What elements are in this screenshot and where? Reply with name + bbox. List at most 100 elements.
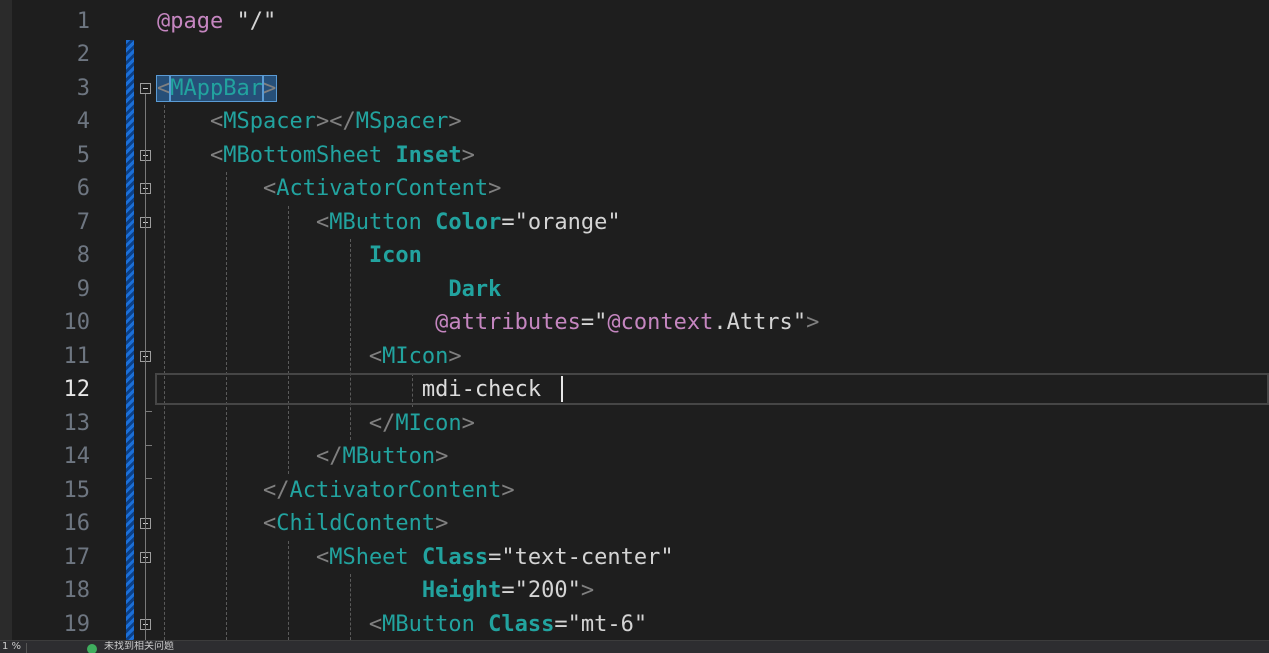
line-code: <ActivatorContent>: [157, 172, 501, 206]
line-number: 1: [76, 8, 90, 34]
line-number: 17: [63, 544, 91, 570]
code-line[interactable]: 6 <ActivatorContent>: [0, 172, 1269, 206]
collapse-icon[interactable]: [140, 82, 151, 94]
code-line[interactable]: 3 <MAppBar>: [0, 72, 1269, 106]
line-code: <MButton Class="mt-6": [157, 608, 647, 641]
code-token: "orange": [514, 209, 621, 235]
code-line[interactable]: 8 Icon: [0, 239, 1269, 273]
code-token: =: [488, 544, 502, 570]
line-number: 8: [76, 243, 90, 268]
code-line[interactable]: 11 <MIcon>: [0, 340, 1269, 374]
code-token: "/": [236, 8, 277, 34]
code-token: >: [461, 142, 475, 168]
code-token: ActivatorContent: [289, 477, 502, 503]
code-token: Icon: [368, 243, 422, 268]
code-token: >: [461, 410, 475, 436]
line-number: 14: [63, 444, 91, 469]
line-code: <MIcon>: [157, 340, 462, 374]
code-line[interactable]: 4 <MSpacer></MSpacer>: [0, 105, 1269, 139]
code-line[interactable]: 18 Height="200">: [0, 574, 1269, 608]
code-token: "200": [514, 578, 581, 603]
code-token: MIcon: [382, 343, 449, 369]
code-token: <: [315, 544, 330, 570]
code-token: =: [554, 611, 568, 637]
code-token: Inset: [395, 142, 462, 168]
line-number: 4: [76, 109, 90, 134]
code-editor[interactable]: 1 @page "/" 2 3 <MAppBar> 4 <MSpacer></MSpace…: [0, 0, 1269, 640]
code-line[interactable]: 17 <MSheet Class="text-center": [0, 541, 1269, 575]
code-token: ": [594, 310, 608, 335]
code-token: Dark: [448, 276, 502, 302]
code-token: </: [368, 410, 396, 436]
outline-end-tick: [145, 411, 152, 413]
code-line[interactable]: 13 </MIcon>: [0, 407, 1269, 441]
code-token: >: [261, 74, 278, 102]
code-token: .Attrs: [713, 310, 793, 335]
code-line[interactable]: 5 <MBottomSheet Inset>: [0, 139, 1269, 173]
line-code: @page "/": [157, 5, 276, 39]
code-token: >: [448, 109, 462, 134]
outline-end-tick: [145, 478, 152, 480]
issues-status-text[interactable]: 未找到相关问题: [104, 641, 174, 653]
code-token: MSheet: [329, 544, 409, 570]
code-token: <: [209, 109, 224, 134]
status-bar: 1 % 未找到相关问题: [0, 640, 1269, 653]
code-line[interactable]: 10 @attributes="@context.Attrs">: [0, 306, 1269, 340]
line-number: 5: [76, 142, 90, 168]
code-token: <: [262, 511, 277, 536]
line-code: Icon: [157, 239, 422, 273]
code-token: MButton: [382, 611, 475, 637]
line-code: </MButton>: [157, 440, 448, 474]
code-line[interactable]: 14 </MButton>: [0, 440, 1269, 474]
code-line[interactable]: 16 <ChildContent>: [0, 507, 1269, 541]
indent-guide: [350, 239, 351, 440]
code-token: ActivatorContent: [276, 176, 489, 201]
line-code: <MSheet Class="text-center": [157, 541, 674, 575]
line-number: 10: [63, 310, 91, 335]
line-code: <MBottomSheet Inset>: [157, 139, 475, 173]
code-line[interactable]: 19 <MButton Class="mt-6": [0, 608, 1269, 641]
code-line[interactable]: 2: [0, 38, 1269, 72]
code-token: >: [501, 477, 515, 503]
code-line[interactable]: 7 <MButton Color="orange": [0, 206, 1269, 240]
zoom-level[interactable]: 1 %: [2, 641, 21, 653]
indent-guide: [226, 172, 227, 640]
code-token: @page: [157, 8, 224, 34]
line-code: @attributes="@context.Attrs">: [157, 306, 819, 340]
code-token: <: [368, 343, 383, 369]
code-line[interactable]: 1 @page "/": [0, 5, 1269, 39]
line-code: </ActivatorContent>: [157, 474, 515, 508]
code-token: >: [488, 176, 502, 201]
code-token: <: [209, 142, 224, 168]
line-number: 7: [76, 209, 90, 235]
outline-end-tick: [145, 444, 152, 446]
code-token: Class: [421, 544, 489, 570]
indent-guide: [288, 540, 289, 640]
check-circle-icon: [87, 644, 97, 653]
line-number: 2: [76, 42, 90, 67]
code-token: </: [262, 477, 290, 503]
line-number: 15: [63, 477, 91, 503]
indent-guide: [350, 574, 351, 640]
line-number: 13: [63, 410, 91, 436]
code-token: >: [806, 310, 820, 335]
code-token: ": [792, 310, 807, 335]
code-token: <: [155, 74, 172, 102]
code-line[interactable]: 15 </ActivatorContent>: [0, 474, 1269, 508]
code-line[interactable]: 9 Dark: [0, 273, 1269, 307]
outline-line: [145, 94, 146, 640]
line-code: </MIcon>: [157, 407, 475, 441]
code-token: MAppBar: [169, 74, 264, 102]
code-token: MIcon: [395, 410, 462, 436]
line-code: Dark: [157, 273, 501, 307]
code-token: =: [501, 209, 515, 235]
